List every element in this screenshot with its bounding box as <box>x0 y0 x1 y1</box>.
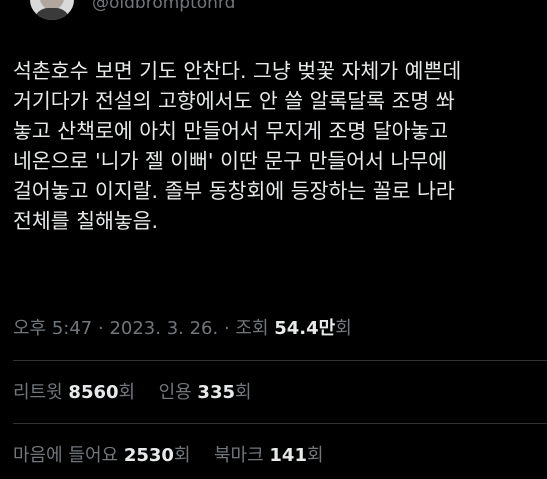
likes-count: 2530 <box>123 445 174 466</box>
tweet-text-line: 전체를 칠해놓음. <box>13 209 159 233</box>
likes-label: 마음에 들어요 <box>13 445 119 466</box>
bookmarks-suffix: 회 <box>306 445 324 466</box>
quotes-suffix: 회 <box>235 382 252 403</box>
tweet-text-line: 놓고 산책로에 아치 만들어서 무지게 조명 달아놓고 <box>13 119 449 143</box>
tweet-time[interactable]: 오후 5:47 <box>13 318 92 339</box>
tweet-text-line: 석촌호수 보면 기도 안찬다. 그냥 벚꽃 자체가 예쁜데 <box>13 59 462 83</box>
tweet-date[interactable]: 2023. 3. 26. <box>109 318 218 339</box>
divider <box>13 423 547 424</box>
views-label: 조회 <box>235 318 269 339</box>
retweets-count: 8560 <box>68 382 119 403</box>
author-handle[interactable]: @oldbromptonrd <box>92 0 235 13</box>
views-count[interactable]: 54.4만 <box>274 318 335 339</box>
divider <box>13 360 547 361</box>
tweet-meta: 오후 5:47 · 2023. 3. 26. · 조회 54.4만회 <box>13 314 352 340</box>
bookmarks-label: 북마크 <box>213 445 264 466</box>
avatar[interactable] <box>30 0 74 20</box>
tweet-text: 석촌호수 보면 기도 안찬다. 그냥 벚꽃 자체가 예쁜데 거기다가 전설의 고… <box>13 56 539 236</box>
quotes-stat[interactable]: 인용 335회 <box>159 382 252 403</box>
likes-stat[interactable]: 마음에 들어요 2530회 <box>13 445 191 466</box>
views-suffix: 회 <box>335 318 352 339</box>
avatar-shirt <box>34 8 70 20</box>
bookmarks-stat[interactable]: 북마크 141회 <box>214 445 324 466</box>
tweet-text-line: 걸어놓고 이지랄. 졸부 동창회에 등장하는 꼴로 나라 <box>13 179 455 203</box>
quotes-count: 335 <box>197 382 235 403</box>
retweets-label: 리트윗 <box>13 382 63 403</box>
retweets-stat[interactable]: 리트윗 8560회 <box>13 382 135 403</box>
quotes-label: 인용 <box>158 382 192 403</box>
tweet-header: @oldbromptonrd <box>0 0 547 22</box>
engagement-stats-row: 마음에 들어요 2530회 북마크 141회 <box>13 441 324 467</box>
meta-separator: · <box>92 318 110 339</box>
retweets-suffix: 회 <box>118 382 136 403</box>
likes-suffix: 회 <box>173 445 191 466</box>
meta-separator: · <box>218 318 236 339</box>
bookmarks-count: 141 <box>269 445 307 466</box>
repost-stats-row: 리트윗 8560회 인용 335회 <box>13 378 252 404</box>
tweet-text-line: 거기다가 전설의 고향에서도 안 쓸 알록달록 조명 쏴 <box>13 89 455 113</box>
tweet-text-line: 네온으로 '니가 젤 이뻐' 이딴 문구 만들어서 나무에 <box>13 149 448 173</box>
